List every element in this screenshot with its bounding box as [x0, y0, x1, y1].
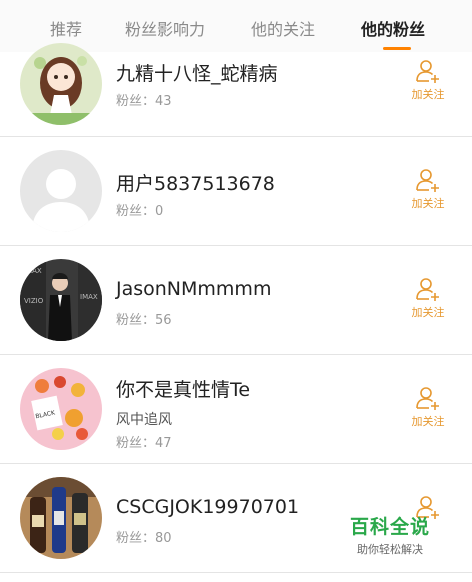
tab-his-fans[interactable]: 他的粉丝	[361, 16, 425, 40]
fans-count: 粉丝：43	[116, 94, 172, 109]
follow-label: 加关注	[411, 88, 445, 101]
svg-text:IMAX: IMAX	[80, 293, 98, 301]
tab-recommend[interactable]: 推荐	[50, 16, 82, 40]
watermark: 百科全说 助你轻松解决	[340, 512, 440, 557]
list-item[interactable]: BLACK 你不是真性情Te 风中追风 粉丝：47 加关注	[0, 355, 472, 464]
user-name[interactable]: JasonNMmmmm	[116, 278, 271, 300]
avatar[interactable]	[20, 477, 102, 559]
svg-text:VIZIO: VIZIO	[24, 297, 44, 305]
user-intro: 风中追风	[116, 412, 172, 428]
fans-count: 粉丝：80	[116, 531, 172, 546]
user-name[interactable]: 九精十八怪_蛇精病	[116, 59, 278, 86]
avatar[interactable]	[20, 43, 102, 125]
event-photo-avatar-icon: IMAX VIZIO IMAX	[20, 259, 102, 341]
fans-count: 粉丝：56	[116, 313, 172, 328]
follow-label: 加关注	[411, 197, 445, 210]
bottles-avatar-icon	[20, 477, 102, 559]
user-name[interactable]: 用户5837513678	[116, 169, 275, 196]
follow-button[interactable]: 加关注	[404, 58, 452, 102]
illustrated-girl-avatar-icon	[20, 43, 102, 125]
list-item[interactable]: 用户5837513678 粉丝：0 加关注	[0, 137, 472, 246]
add-user-icon	[416, 169, 439, 192]
follow-label: 加关注	[411, 306, 445, 319]
avatar[interactable]: BLACK	[20, 368, 102, 450]
add-user-icon	[416, 278, 439, 301]
avatar[interactable]: IMAX VIZIO IMAX	[20, 259, 102, 341]
tab-his-following[interactable]: 他的关注	[251, 16, 315, 40]
watermark-subtitle: 助你轻松解决	[357, 543, 423, 556]
tab-fan-influence[interactable]: 粉丝影响力	[125, 16, 205, 40]
follow-button[interactable]: 加关注	[404, 167, 452, 211]
pink-collage-avatar-icon: BLACK	[20, 368, 102, 450]
add-user-icon	[416, 60, 439, 83]
user-name[interactable]: CSCGJOK19970701	[116, 496, 299, 518]
default-person-avatar-icon	[20, 150, 102, 232]
add-user-icon	[416, 387, 439, 410]
fans-count: 粉丝：0	[116, 204, 164, 219]
follow-label: 加关注	[411, 415, 445, 428]
active-tab-indicator	[383, 47, 411, 50]
list-item[interactable]: IMAX VIZIO IMAX JasonNMmmmm 粉丝：56 加关注	[0, 246, 472, 355]
svg-text:IMAX: IMAX	[24, 267, 42, 275]
avatar[interactable]	[20, 150, 102, 232]
watermark-title: 百科全说	[349, 516, 430, 538]
fans-count: 粉丝：47	[116, 436, 172, 451]
list-item[interactable]: 九精十八怪_蛇精病 粉丝：43 加关注	[0, 43, 472, 137]
user-name[interactable]: 你不是真性情Te	[116, 375, 250, 402]
follow-button[interactable]: 加关注	[404, 385, 452, 429]
follow-button[interactable]: 加关注	[404, 276, 452, 320]
